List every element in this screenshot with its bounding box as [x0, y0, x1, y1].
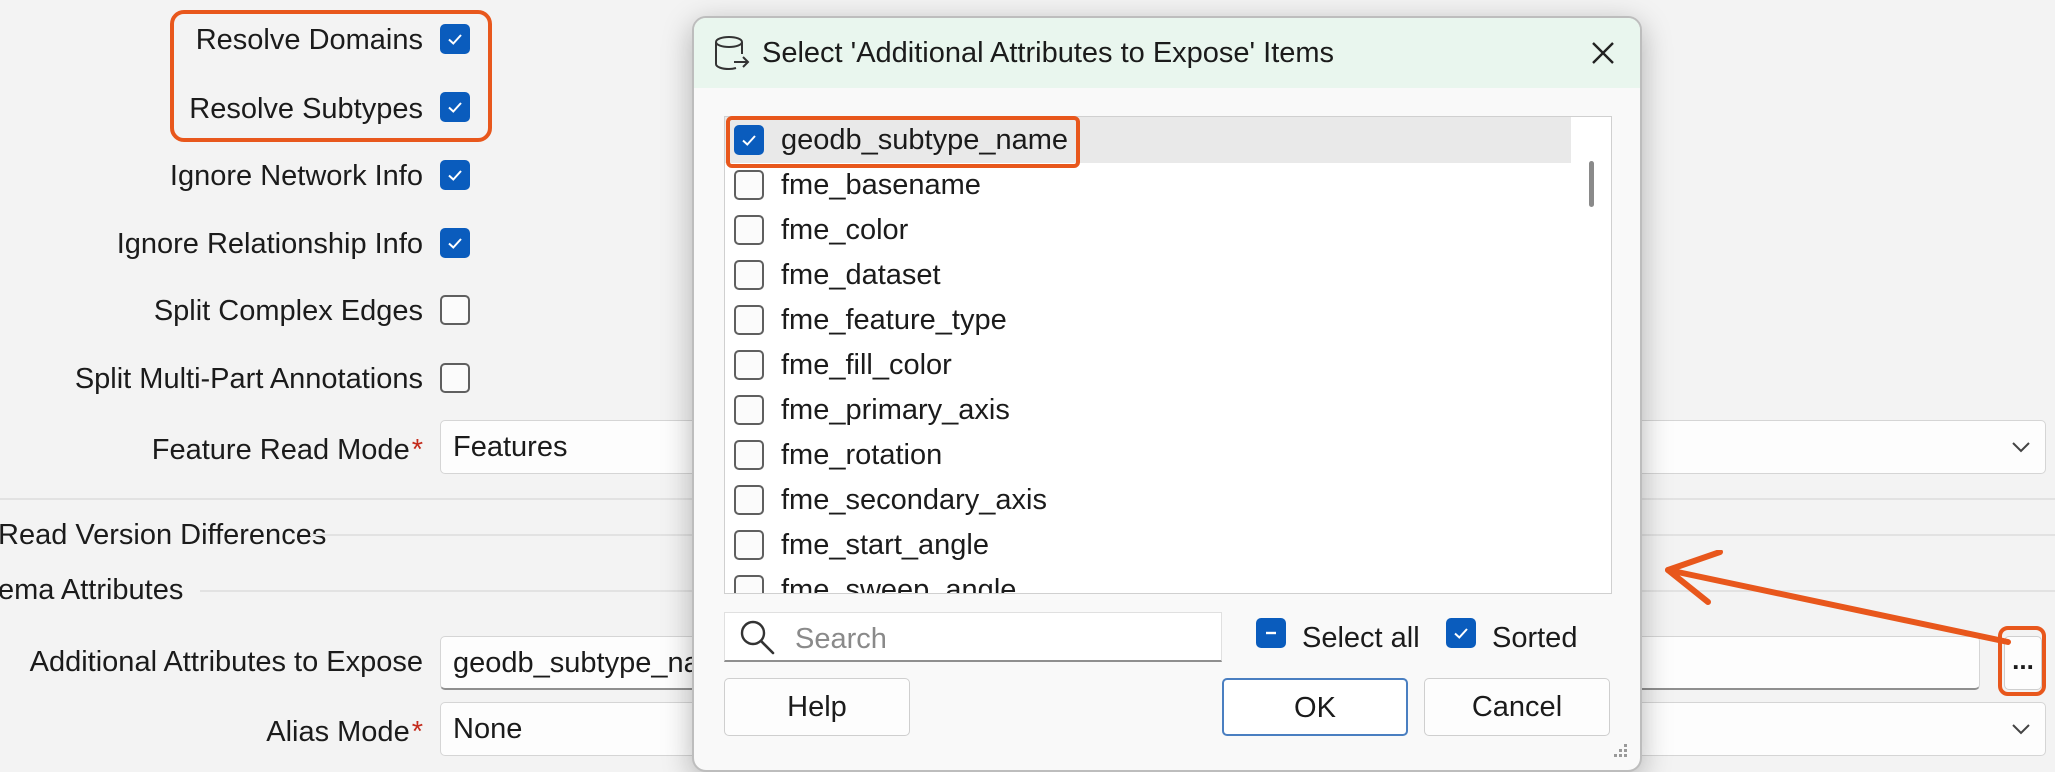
search-field[interactable]: Search	[724, 612, 1222, 662]
list-item-checkbox[interactable]	[734, 305, 764, 335]
alias-mode-label: Alias Mode*	[266, 716, 423, 748]
schema-attributes-section[interactable]: ema Attributes	[0, 572, 183, 608]
list-item-label: fme_feature_type	[781, 304, 1007, 336]
alias-mode-value: None	[453, 713, 523, 745]
split-multipart-annotations-label: Split Multi-Part Annotations	[74, 363, 423, 395]
ok-button[interactable]: OK	[1222, 678, 1408, 736]
additional-attributes-label: Additional Attributes to Expose	[29, 646, 423, 678]
indeterminate-icon	[1266, 631, 1276, 635]
list-item-checkbox[interactable]	[734, 215, 764, 245]
list-item-label: fme_rotation	[781, 439, 943, 471]
list-item-checkbox[interactable]	[734, 350, 764, 380]
list-item[interactable]: fme_dataset	[725, 252, 1571, 298]
scrollbar-thumb[interactable]	[1589, 161, 1594, 207]
read-version-differences-section[interactable]: Read Version Differences	[0, 517, 326, 553]
list-item-label: fme_fill_color	[781, 349, 952, 381]
list-item[interactable]: fme_color	[725, 207, 1571, 253]
required-marker: *	[411, 716, 423, 748]
feature-read-mode-label: Feature Read Mode*	[151, 434, 423, 466]
list-item-checkbox[interactable]	[734, 575, 764, 593]
split-complex-edges-label: Split Complex Edges	[153, 295, 423, 327]
ignore-network-info-label: Ignore Network Info	[169, 160, 423, 192]
attribute-list[interactable]: fme_sweep_angle fme_start_angle fme_second…	[724, 116, 1612, 594]
ignore-relationship-info-label: Ignore Relationship Info	[116, 228, 423, 260]
feature-read-mode-value: Features	[453, 431, 568, 463]
checkmark-icon	[448, 170, 462, 181]
ignore-network-info-checkbox[interactable]	[440, 160, 470, 190]
list-item-checkbox[interactable]	[734, 395, 764, 425]
list-item-checkbox[interactable]	[734, 170, 764, 200]
list-item[interactable]: fme_feature_type	[725, 297, 1571, 343]
search-placeholder: Search	[795, 623, 887, 655]
database-icon	[715, 36, 750, 71]
list-item-label: fme_primary_axis	[781, 394, 1010, 426]
list-item[interactable]: fme_fill_color	[725, 342, 1571, 388]
resize-grip-icon[interactable]	[1610, 740, 1630, 760]
list-item-label: fme_color	[781, 214, 909, 246]
select-all-checkbox[interactable]	[1256, 618, 1286, 648]
list-item-checkbox[interactable]	[734, 260, 764, 290]
chevron-down-icon[interactable]	[2010, 436, 2032, 458]
list-item[interactable]: fme_start_angle	[725, 522, 1571, 568]
list-item-label: fme_start_angle	[781, 529, 989, 561]
annotation-arrow-icon	[1665, 550, 2011, 645]
list-item-checkbox[interactable]	[734, 530, 764, 560]
list-item-label: fme_secondary_axis	[781, 484, 1047, 516]
selected-item-highlight	[726, 116, 1080, 168]
split-multipart-annotations-checkbox[interactable]	[440, 363, 470, 393]
help-button[interactable]: Help	[724, 678, 910, 736]
resolve-options-highlight	[170, 10, 492, 142]
required-marker: *	[411, 434, 423, 466]
select-all-label[interactable]: Select all	[1302, 620, 1420, 656]
list-item[interactable]: fme_basename	[725, 162, 1571, 208]
checkmark-icon	[448, 238, 462, 249]
list-item[interactable]: fme_primary_axis	[725, 387, 1571, 433]
ignore-relationship-info-checkbox[interactable]	[440, 228, 470, 258]
close-icon[interactable]	[1590, 40, 1616, 66]
chevron-down-icon[interactable]	[2010, 718, 2032, 740]
list-item-label: fme_dataset	[781, 259, 941, 291]
list-item[interactable]: fme_rotation	[725, 432, 1571, 478]
dialog-title-bar: Select 'Additional Attributes to Expose'…	[694, 18, 1640, 88]
list-item-label: fme_sweep_angle	[781, 574, 1017, 594]
list-item[interactable]: fme_secondary_axis	[725, 477, 1571, 523]
checkmark-icon	[1454, 628, 1468, 639]
list-item-checkbox[interactable]	[734, 485, 764, 515]
select-attributes-dialog: Select 'Additional Attributes to Expose'…	[692, 16, 1642, 772]
cancel-button[interactable]: Cancel	[1424, 678, 1610, 736]
list-item[interactable]: fme_sweep_angle	[725, 567, 1571, 594]
list-item-checkbox[interactable]	[734, 440, 764, 470]
dialog-title: Select 'Additional Attributes to Expose'…	[762, 37, 1335, 69]
split-complex-edges-checkbox[interactable]	[440, 295, 470, 325]
list-item-label: fme_basename	[781, 169, 981, 201]
search-icon	[740, 620, 775, 655]
sorted-label[interactable]: Sorted	[1492, 620, 1577, 656]
sorted-checkbox[interactable]	[1446, 618, 1476, 648]
